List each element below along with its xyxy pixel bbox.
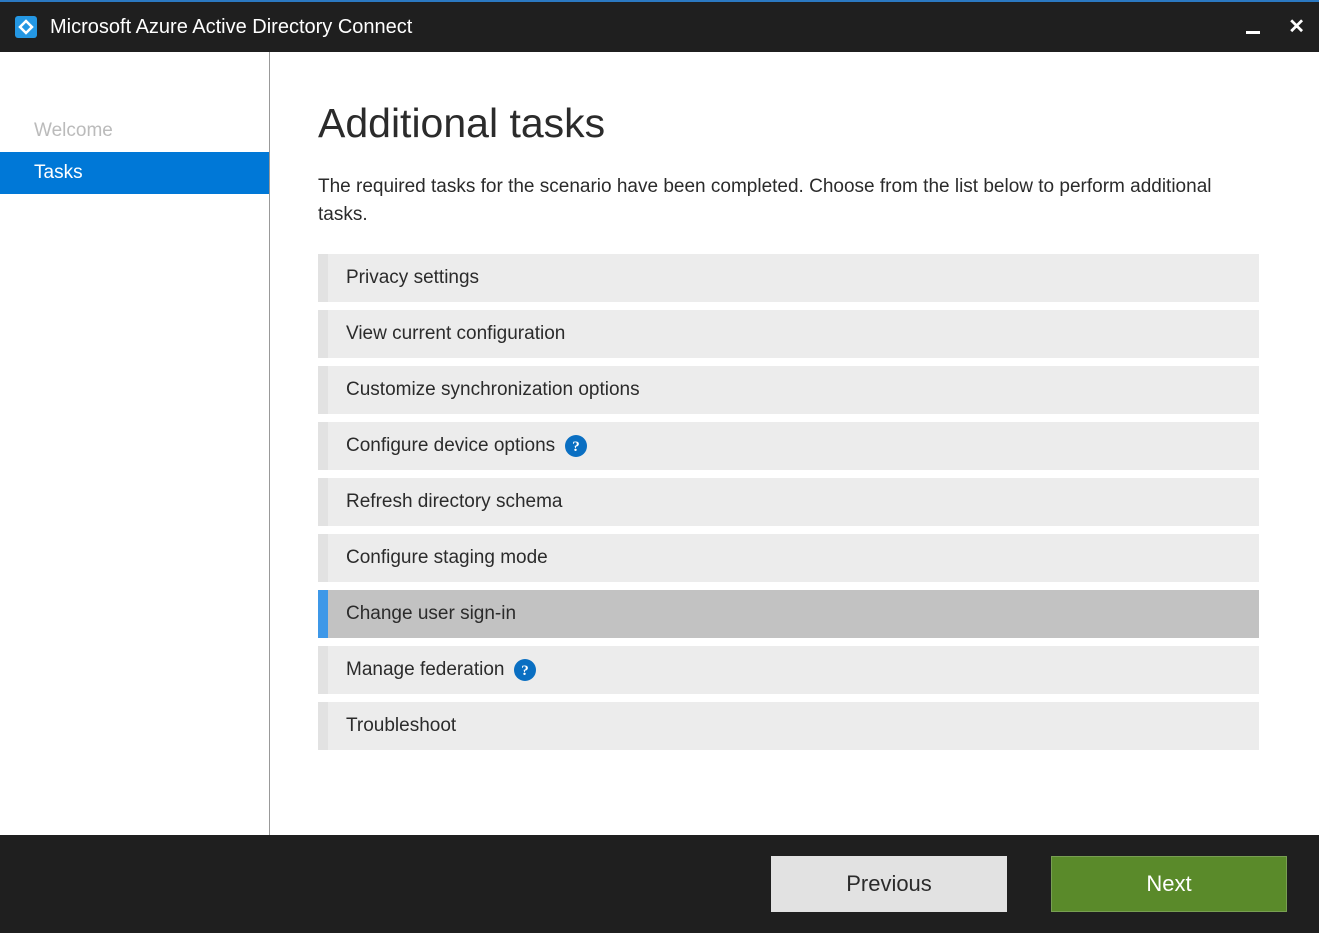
footer: Previous Next [0,835,1319,933]
task-label: Refresh directory schema [346,491,562,513]
titlebar: Microsoft Azure Active Directory Connect… [0,0,1319,52]
task-label: Configure device options [346,435,555,457]
sidebar: Welcome Tasks [0,52,270,835]
main-area: Welcome Tasks Additional tasks The requi… [0,52,1319,835]
previous-button[interactable]: Previous [771,856,1007,912]
azure-ad-icon [14,15,38,39]
task-list: Privacy settings View current configurat… [318,254,1259,750]
next-button[interactable]: Next [1051,856,1287,912]
sidebar-item-label: Tasks [34,162,83,183]
page-description: The required tasks for the scenario have… [318,173,1259,228]
window-title: Microsoft Azure Active Directory Connect [50,16,1246,39]
help-icon[interactable]: ? [565,435,587,457]
help-icon[interactable]: ? [514,659,536,681]
task-configure-device-options[interactable]: Configure device options ? [318,422,1259,470]
content-panel: Additional tasks The required tasks for … [270,52,1319,835]
close-icon[interactable]: ✕ [1288,17,1305,37]
task-customize-synchronization-options[interactable]: Customize synchronization options [318,366,1259,414]
task-label: Manage federation [346,659,504,681]
window-controls: ✕ [1246,17,1305,37]
task-manage-federation[interactable]: Manage federation ? [318,646,1259,694]
sidebar-item-label: Welcome [34,120,113,141]
task-view-current-configuration[interactable]: View current configuration [318,310,1259,358]
svg-text:?: ? [522,663,530,679]
task-configure-staging-mode[interactable]: Configure staging mode [318,534,1259,582]
task-label: Troubleshoot [346,715,456,737]
task-privacy-settings[interactable]: Privacy settings [318,254,1259,302]
task-troubleshoot[interactable]: Troubleshoot [318,702,1259,750]
sidebar-item-tasks[interactable]: Tasks [0,152,269,194]
task-change-user-sign-in[interactable]: Change user sign-in [318,590,1259,638]
sidebar-item-welcome[interactable]: Welcome [0,110,269,152]
task-label: Change user sign-in [346,603,516,625]
task-label: Configure staging mode [346,547,548,569]
task-label: Privacy settings [346,267,479,289]
task-refresh-directory-schema[interactable]: Refresh directory schema [318,478,1259,526]
minimize-icon[interactable] [1246,31,1260,34]
task-label: View current configuration [346,323,565,345]
task-label: Customize synchronization options [346,379,640,401]
page-title: Additional tasks [318,100,1259,147]
svg-text:?: ? [572,439,580,455]
